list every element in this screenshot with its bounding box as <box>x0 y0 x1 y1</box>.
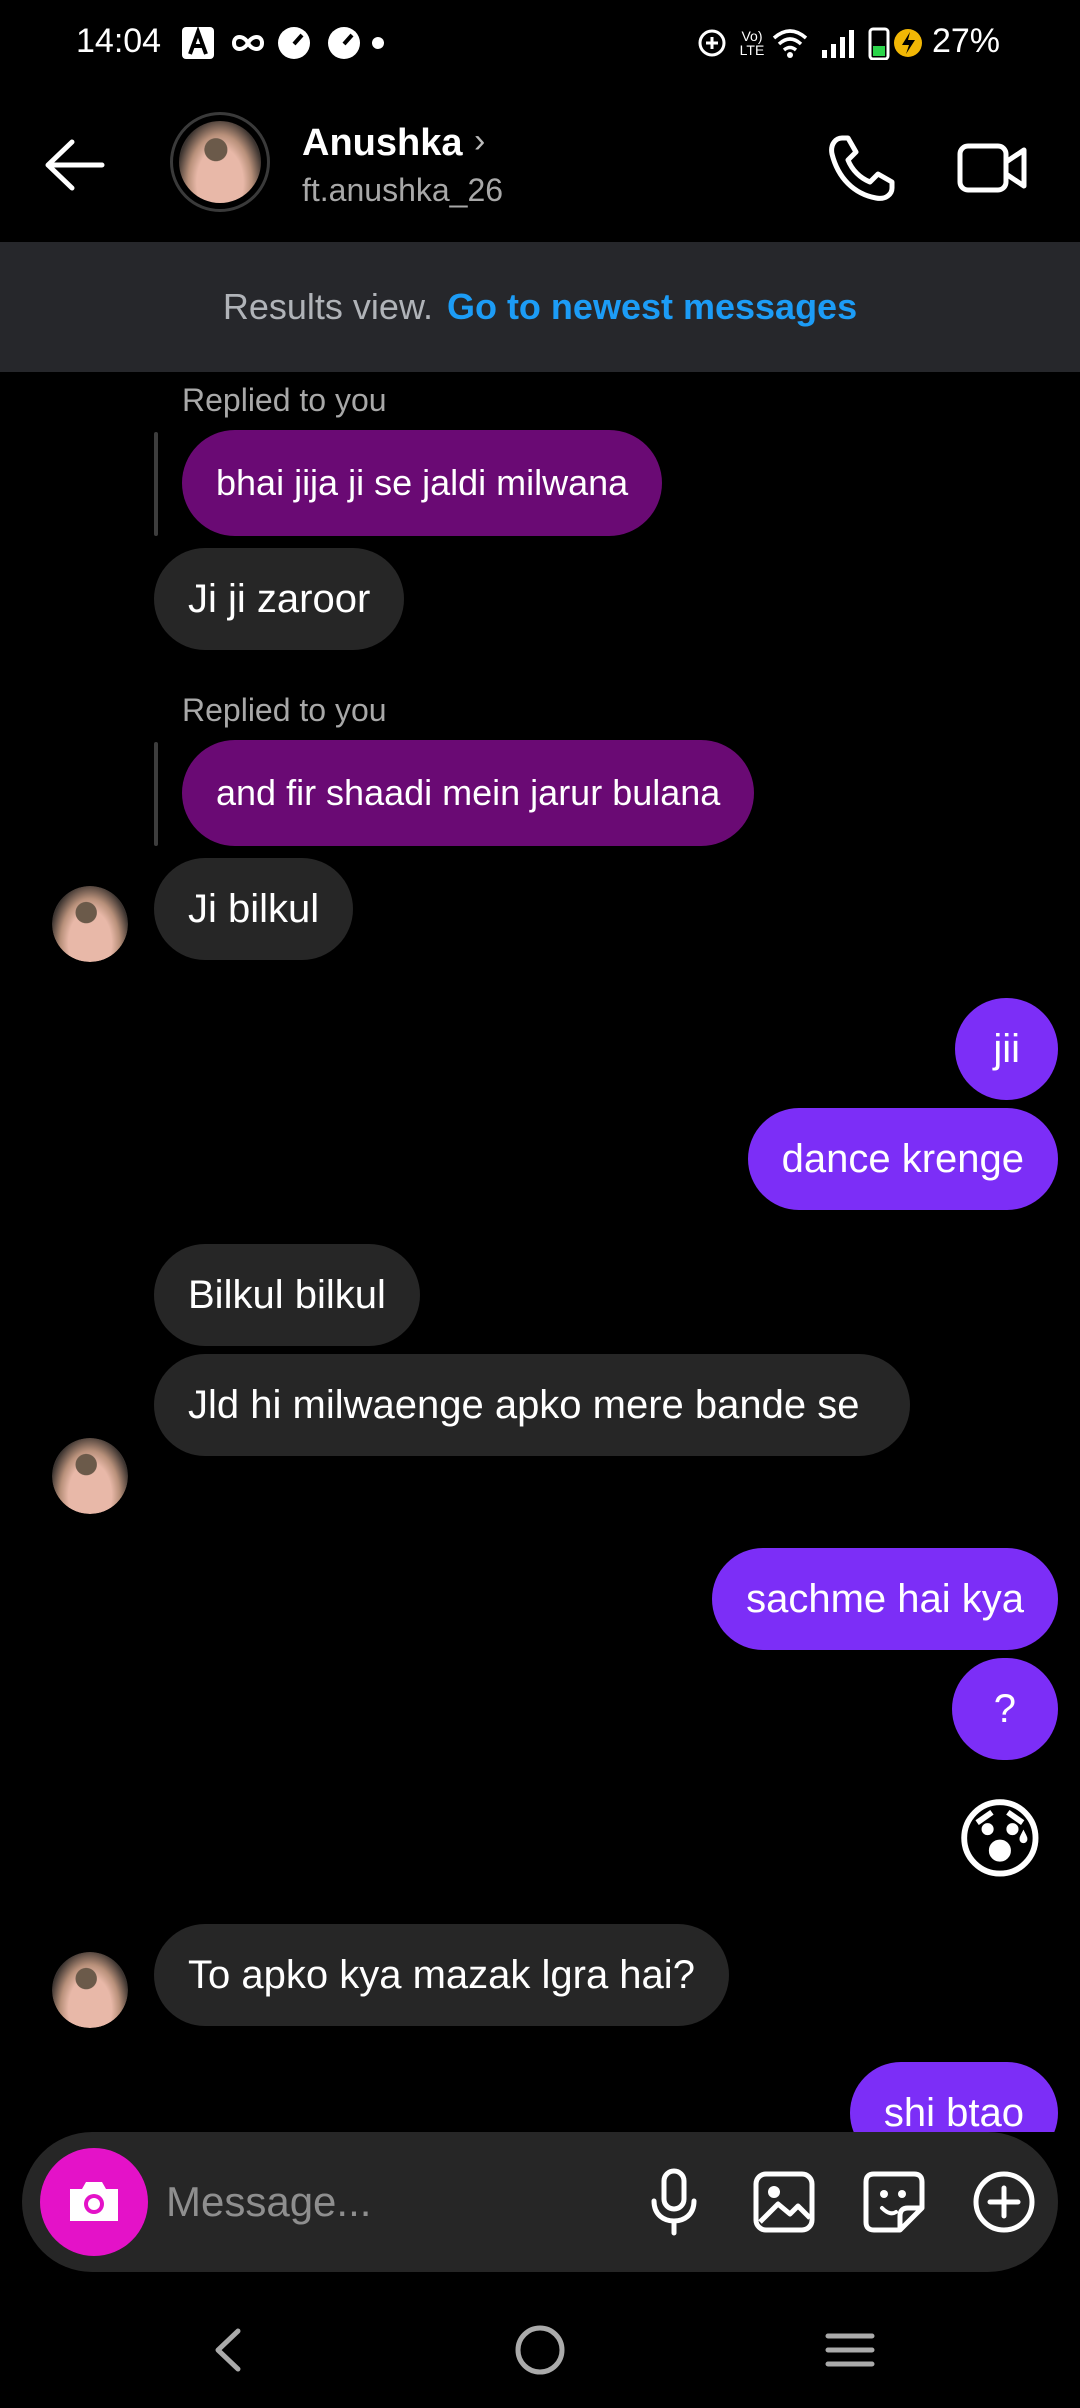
gallery-button[interactable] <box>744 2162 824 2242</box>
reply-bar <box>154 432 158 536</box>
sticker-icon <box>863 2171 925 2233</box>
menu-icon <box>825 2333 875 2367</box>
incoming-message[interactable]: Ji ji zaroor <box>154 548 405 650</box>
message-composer <box>22 2132 1058 2272</box>
incoming-message[interactable]: Ji bilkul <box>154 858 354 960</box>
outgoing-message[interactable]: sachme hai kya <box>712 1548 1058 1650</box>
a-icon <box>178 26 218 60</box>
emoji-message[interactable]: 😰 <box>954 1796 1046 1884</box>
battery-charging-icon <box>866 26 926 60</box>
infinity-icon <box>228 26 268 60</box>
voice-call-button[interactable] <box>822 128 902 208</box>
back-arrow-icon <box>45 139 105 191</box>
speed-icon <box>274 26 314 60</box>
add-button[interactable] <box>964 2162 1044 2242</box>
quoted-message[interactable]: bhai jija ji se jaldi milwana <box>182 430 663 536</box>
incoming-message[interactable]: Bilkul bilkul <box>154 1244 420 1346</box>
microphone-icon <box>651 2168 697 2236</box>
outgoing-message[interactable]: ? <box>951 1658 1058 1760</box>
reply-bar <box>154 742 158 846</box>
reply-label: Replied to you <box>182 692 387 728</box>
go-to-newest-link[interactable]: Go to newest messages <box>447 286 857 328</box>
nav-recents-button[interactable] <box>800 2310 900 2390</box>
wifi-icon <box>770 26 810 60</box>
nav-home-button[interactable] <box>490 2310 590 2390</box>
message-thread[interactable]: Replied to you bhai jija ji se jaldi mil… <box>0 372 1080 2132</box>
signal-icon <box>818 26 858 60</box>
back-button[interactable] <box>38 130 118 200</box>
avatar-image <box>179 121 261 203</box>
status-bar: 14:04 Vo) LTE 27% <box>0 0 1080 90</box>
video-camera-icon <box>957 143 1027 193</box>
avatar-image <box>52 886 128 962</box>
contact-avatar[interactable] <box>170 112 270 212</box>
results-view-label: Results view. <box>222 286 433 327</box>
sender-avatar[interactable] <box>52 886 128 962</box>
sender-avatar[interactable] <box>52 1952 128 2028</box>
dot-icon <box>370 26 386 60</box>
system-nav-bar <box>0 2290 1080 2408</box>
image-icon <box>753 2171 815 2233</box>
outgoing-message[interactable]: shi btao <box>849 2062 1058 2132</box>
speed-icon <box>324 26 364 60</box>
contact-handle[interactable]: ft.anushka_26 <box>302 172 503 209</box>
outgoing-message[interactable]: jii <box>955 998 1058 1100</box>
video-call-button[interactable] <box>952 128 1032 208</box>
battery-percent: 27% <box>931 22 1000 60</box>
chat-header: Anushka › ft.anushka_26 <box>0 90 1080 242</box>
camera-button[interactable] <box>40 2148 148 2256</box>
plus-circle-icon <box>973 2171 1035 2233</box>
message-input[interactable] <box>166 2162 596 2242</box>
phone-icon <box>829 135 895 201</box>
sender-avatar[interactable] <box>52 1438 128 1514</box>
volte-icon: Vo) LTE <box>739 28 765 58</box>
reply-label: Replied to you <box>182 382 387 418</box>
status-time: 14:04 <box>76 22 162 60</box>
contact-name[interactable]: Anushka <box>302 122 462 165</box>
avatar-image <box>52 1438 128 1514</box>
nav-back-icon <box>215 2328 241 2372</box>
quoted-message[interactable]: and fir shaadi mein jarur bulana <box>182 740 755 846</box>
microphone-button[interactable] <box>634 2162 714 2242</box>
nav-home-icon <box>515 2325 565 2375</box>
chevron-right-icon: › <box>474 122 486 160</box>
nav-back-button[interactable] <box>178 2310 278 2390</box>
outgoing-message[interactable]: dance krenge <box>747 1108 1058 1210</box>
incoming-message[interactable]: Jld hi milwaenge apko mere bande se <box>154 1354 910 1456</box>
incoming-message[interactable]: To apko kya mazak lgra hai? <box>154 1924 729 2026</box>
camera-icon <box>70 2182 118 2221</box>
data-saver-icon <box>694 26 730 60</box>
sticker-button[interactable] <box>854 2162 934 2242</box>
avatar-image <box>52 1952 128 2028</box>
results-banner: Results view. Go to newest messages <box>0 242 1080 372</box>
